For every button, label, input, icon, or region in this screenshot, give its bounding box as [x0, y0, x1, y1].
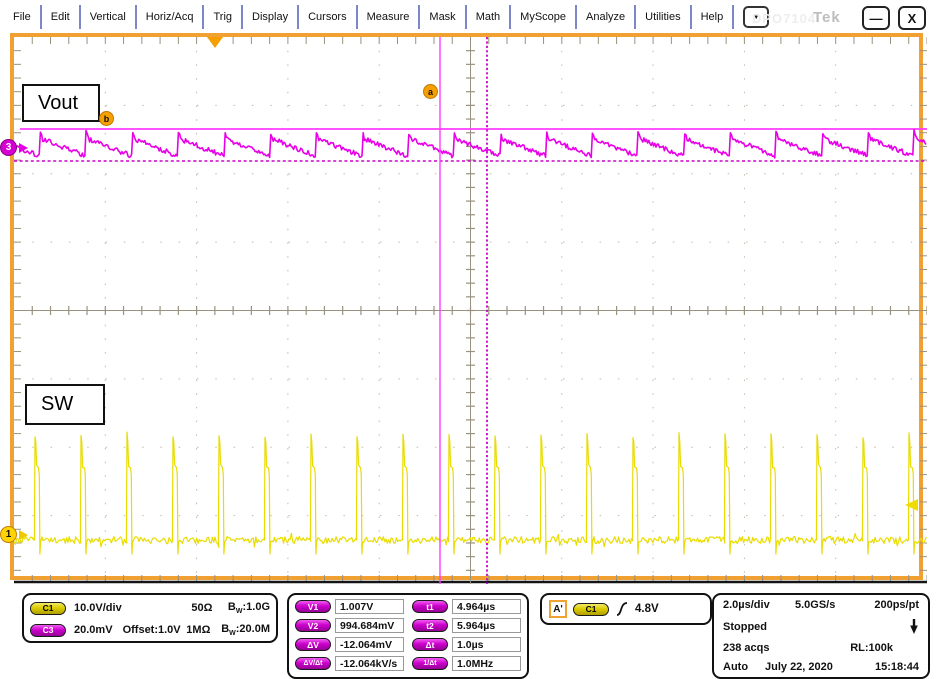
- trigger-source-pill[interactable]: C1: [573, 603, 609, 616]
- channel3-scale: 20.0mV: [74, 624, 123, 636]
- channel3-reference-arrow: [19, 143, 28, 153]
- channel3-bandwidth: BW:20.0M: [221, 623, 270, 637]
- channel1-reference-arrow: [19, 530, 28, 540]
- menu-help[interactable]: Help: [692, 4, 733, 30]
- menu-display[interactable]: Display: [243, 4, 297, 30]
- menu-edit[interactable]: Edit: [42, 4, 79, 30]
- menu-math[interactable]: Math: [467, 4, 509, 30]
- menu-analyze[interactable]: Analyze: [577, 4, 634, 30]
- menu-myscope[interactable]: MyScope: [511, 4, 575, 30]
- timebase-scale: 2.0µs/div: [723, 599, 795, 611]
- menu-measure[interactable]: Measure: [358, 4, 419, 30]
- channel1-scale: 10.0V/div: [74, 602, 125, 614]
- cursor-t2-pill[interactable]: t2: [412, 619, 448, 632]
- graticule-frame: Vout SW a b 3 1: [10, 33, 923, 580]
- datetime-row: Auto July 22, 2020 15:18:44: [723, 661, 919, 673]
- date-label: July 22, 2020: [765, 661, 833, 673]
- record-length: RL:100k: [850, 642, 893, 654]
- waveform-display: [14, 37, 927, 584]
- cursor-freq-row: 1/Δt 1.0MHz: [412, 656, 521, 671]
- sample-rate: 5.0GS/s: [795, 599, 835, 611]
- down-arrow-icon: [909, 618, 919, 635]
- cursor-dv-row: ΔV -12.064mV: [295, 637, 404, 652]
- channel3-impedance: 1MΩ: [186, 624, 221, 636]
- menu-utilities[interactable]: Utilities: [636, 4, 689, 30]
- cursor-dv-pill[interactable]: ΔV: [295, 638, 331, 651]
- cursor-a-handle[interactable]: a: [423, 84, 438, 99]
- channel3-readout-row: C3 20.0mV Offset:1.0V 1MΩ BW:20.0M: [30, 619, 270, 641]
- cursor-v2-value: 994.684mV: [335, 618, 404, 633]
- cursor-slope-row: ΔV/Δt -12.064kV/s: [295, 656, 404, 671]
- model-label: DPO7104: [752, 11, 816, 26]
- trigger-readout-panel: A' C1 4.8V: [540, 593, 712, 625]
- channel-readout-panel: C1 10.0V/div 50Ω BW:1.0G C3 20.0mV Offse…: [22, 593, 278, 643]
- cursor-v1-pill[interactable]: V1: [295, 600, 331, 613]
- channel3-offset: Offset:1.0V: [123, 624, 187, 636]
- acquisition-count: 238 acqs: [723, 642, 769, 654]
- menu-cursors[interactable]: Cursors: [299, 4, 356, 30]
- menu-file[interactable]: File: [4, 4, 40, 30]
- cursor-dt-pill[interactable]: Δt: [412, 638, 448, 651]
- acquisition-count-row: 238 acqs RL:100k: [723, 642, 919, 654]
- cursor-freq-value: 1.0MHz: [452, 656, 521, 671]
- acquisition-status: Stopped: [723, 621, 767, 633]
- channel1-reference-marker[interactable]: 1: [0, 526, 17, 543]
- trigger-position-marker[interactable]: [207, 37, 223, 48]
- channel1-bandwidth: BW:1.0G: [228, 601, 270, 615]
- timebase-row: 2.0µs/div 5.0GS/s 200ps/pt: [723, 599, 919, 611]
- menu-separator: [732, 5, 734, 29]
- minimize-icon: —: [870, 11, 883, 26]
- menu-horiz-acq[interactable]: Horiz/Acq: [137, 4, 203, 30]
- trigger-a-marker: A': [549, 600, 567, 618]
- cursor-v2-row: V2 994.684mV: [295, 618, 404, 633]
- cursor-t1-row: t1 4.964µs: [412, 599, 521, 614]
- timebase-readout-panel: 2.0µs/div 5.0GS/s 200ps/pt Stopped 238 a…: [712, 593, 930, 679]
- close-icon: X: [908, 11, 917, 26]
- time-label: 15:18:44: [875, 661, 919, 673]
- trigger-level-value: 4.8V: [635, 603, 659, 615]
- channel1-pill[interactable]: C1: [30, 602, 66, 615]
- sw-annotation[interactable]: SW: [25, 384, 105, 425]
- cursor-dt-row: Δt 1.0µs: [412, 637, 521, 652]
- trigger-level-arrow[interactable]: [905, 499, 918, 511]
- trigger-mode: Auto: [723, 661, 765, 673]
- close-button[interactable]: X: [898, 6, 926, 30]
- menu-vertical[interactable]: Vertical: [81, 4, 135, 30]
- channel1-impedance: 50Ω: [191, 602, 228, 614]
- vout-annotation[interactable]: Vout: [22, 84, 100, 122]
- cursor-v2-pill[interactable]: V2: [295, 619, 331, 632]
- cursor-v1-row: V1 1.007V: [295, 599, 404, 614]
- channel3-pill[interactable]: C3: [30, 624, 66, 637]
- acquisition-status-row: Stopped: [723, 618, 919, 635]
- oscilloscope-screen: File Edit Vertical Horiz/Acq Trig Displa…: [0, 0, 937, 679]
- cursor-t2-value: 5.964µs: [452, 618, 521, 633]
- channel1-readout-row: C1 10.0V/div 50Ω BW:1.0G: [30, 597, 270, 619]
- tek-logo: Tek: [813, 9, 841, 26]
- cursor-t1-value: 4.964µs: [452, 599, 521, 614]
- cursor-t1-pill[interactable]: t1: [412, 600, 448, 613]
- cursor-slope-pill[interactable]: ΔV/Δt: [295, 657, 331, 670]
- menu-trig[interactable]: Trig: [204, 4, 241, 30]
- rising-edge-icon: [615, 600, 629, 618]
- cursor-freq-pill[interactable]: 1/Δt: [412, 657, 448, 670]
- cursor-t2-row: t2 5.964µs: [412, 618, 521, 633]
- cursor-dv-value: -12.064mV: [335, 637, 404, 652]
- cursor-readout-panel: V1 1.007V t1 4.964µs V2 994.684mV t2 5.9…: [287, 593, 529, 679]
- cursor-b-handle[interactable]: b: [99, 111, 114, 126]
- menu-mask[interactable]: Mask: [420, 4, 464, 30]
- cursor-v1-value: 1.007V: [335, 599, 404, 614]
- minimize-button[interactable]: —: [862, 6, 890, 30]
- channel3-reference-marker[interactable]: 3: [0, 139, 17, 156]
- cursor-dt-value: 1.0µs: [452, 637, 521, 652]
- sample-resolution: 200ps/pt: [874, 599, 919, 611]
- cursor-slope-value: -12.064kV/s: [335, 656, 404, 671]
